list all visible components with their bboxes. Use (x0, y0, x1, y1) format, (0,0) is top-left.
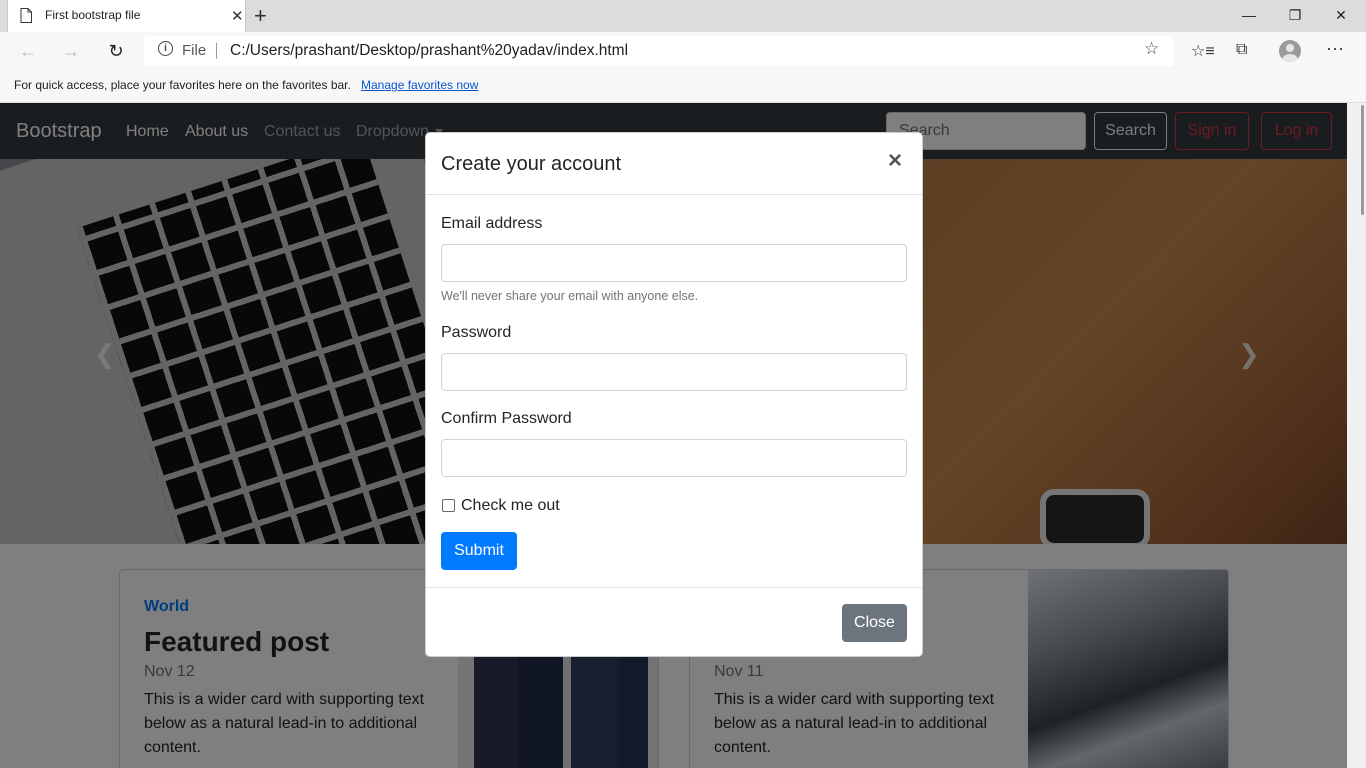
profile-avatar[interactable] (1279, 40, 1301, 62)
page-icon (20, 8, 32, 23)
scrollbar-thumb[interactable] (1361, 105, 1364, 215)
manage-favorites-link[interactable]: Manage favorites now (361, 78, 478, 92)
modal-header: Create your account × (426, 133, 922, 195)
email-label: Email address (441, 215, 543, 232)
tab-title: First bootstrap file (45, 8, 141, 22)
window-close-icon[interactable]: ✕ (1318, 0, 1364, 30)
check-me-out-label[interactable]: Check me out (461, 497, 560, 515)
address-scheme-label: File (182, 42, 207, 59)
create-account-modal: Create your account × Email address We'l… (425, 132, 923, 657)
forward-icon[interactable]: → (59, 40, 83, 62)
email-help-text: We'll never share your email with anyone… (441, 289, 699, 303)
submit-button[interactable]: Submit (441, 532, 517, 570)
more-menu-icon[interactable]: ··· (1326, 38, 1344, 59)
collections-icon[interactable]: ⧉ (1236, 41, 1247, 59)
browser-tabstrip: First bootstrap file ✕ + — ❐ ✕ (0, 0, 1366, 32)
browser-toolbar: ← → ↻ i File C:/Users/prashant/Desktop/p… (0, 32, 1366, 70)
web-page: Bootstrap Home About us Contact us Dropd… (0, 103, 1347, 768)
address-url[interactable]: C:/Users/prashant/Desktop/prashant%20yad… (230, 42, 628, 60)
favorites-bar: For quick access, place your favorites h… (0, 70, 1366, 103)
add-favorite-star-icon[interactable]: ☆ (1144, 39, 1159, 59)
browser-tab[interactable]: First bootstrap file ✕ (7, 0, 246, 32)
new-tab-icon[interactable]: + (254, 3, 267, 29)
back-icon[interactable]: ← (16, 40, 40, 62)
check-me-out-checkbox[interactable] (442, 499, 455, 512)
modal-footer: Close (426, 587, 922, 657)
password-label: Password (441, 324, 512, 341)
password-field[interactable] (441, 353, 907, 391)
address-divider (216, 43, 217, 59)
restore-icon[interactable]: ❐ (1272, 0, 1318, 30)
favorites-icon[interactable]: ☆≡ (1191, 41, 1215, 61)
confirm-password-field[interactable] (441, 439, 907, 477)
page-scrollbar[interactable] (1347, 103, 1366, 768)
email-field[interactable] (441, 244, 907, 282)
info-icon[interactable]: i (158, 41, 173, 56)
tab-close-icon[interactable]: ✕ (231, 7, 244, 25)
minimize-icon[interactable]: — (1226, 0, 1272, 30)
modal-close-icon[interactable]: × (888, 149, 902, 173)
address-bar[interactable]: i File C:/Users/prashant/Desktop/prashan… (144, 36, 1174, 66)
refresh-icon[interactable]: ↻ (104, 40, 128, 62)
favorites-hint: For quick access, place your favorites h… (14, 78, 351, 92)
close-button[interactable]: Close (842, 604, 907, 642)
confirm-password-label: Confirm Password (441, 410, 572, 427)
modal-title: Create your account (441, 153, 622, 175)
